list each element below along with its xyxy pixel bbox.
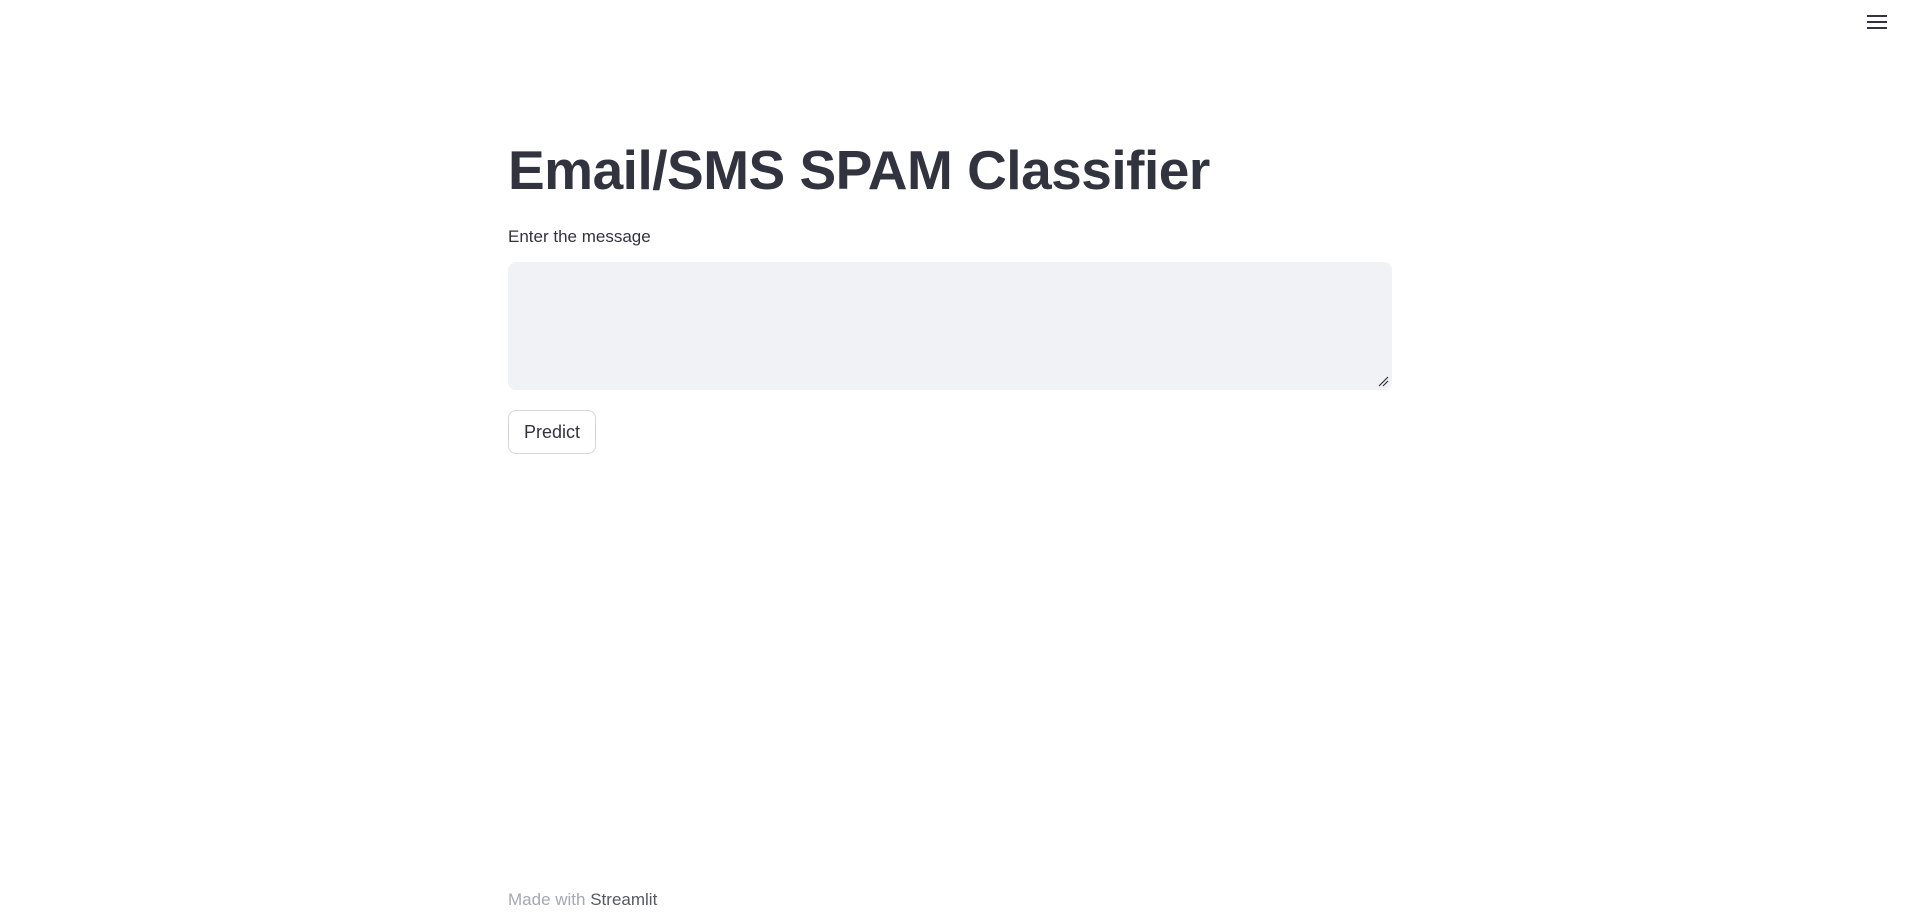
message-field-label: Enter the message bbox=[508, 227, 651, 246]
resize-handle-icon[interactable] bbox=[1377, 375, 1389, 387]
page-title: Email/SMS SPAM Classifier bbox=[508, 139, 1210, 201]
message-textarea-container bbox=[508, 262, 1392, 390]
predict-button[interactable]: Predict bbox=[508, 410, 597, 454]
message-textarea[interactable] bbox=[508, 262, 1392, 390]
footer: Made with Streamlit bbox=[508, 890, 657, 910]
streamlit-link[interactable]: Streamlit bbox=[590, 890, 657, 909]
app-root: Email/SMS SPAM Classifier Enter the mess… bbox=[0, 0, 1906, 912]
main-menu-button[interactable] bbox=[1862, 8, 1892, 36]
footer-made-with-text: Made with bbox=[508, 890, 586, 909]
hamburger-menu-icon bbox=[1867, 15, 1887, 29]
